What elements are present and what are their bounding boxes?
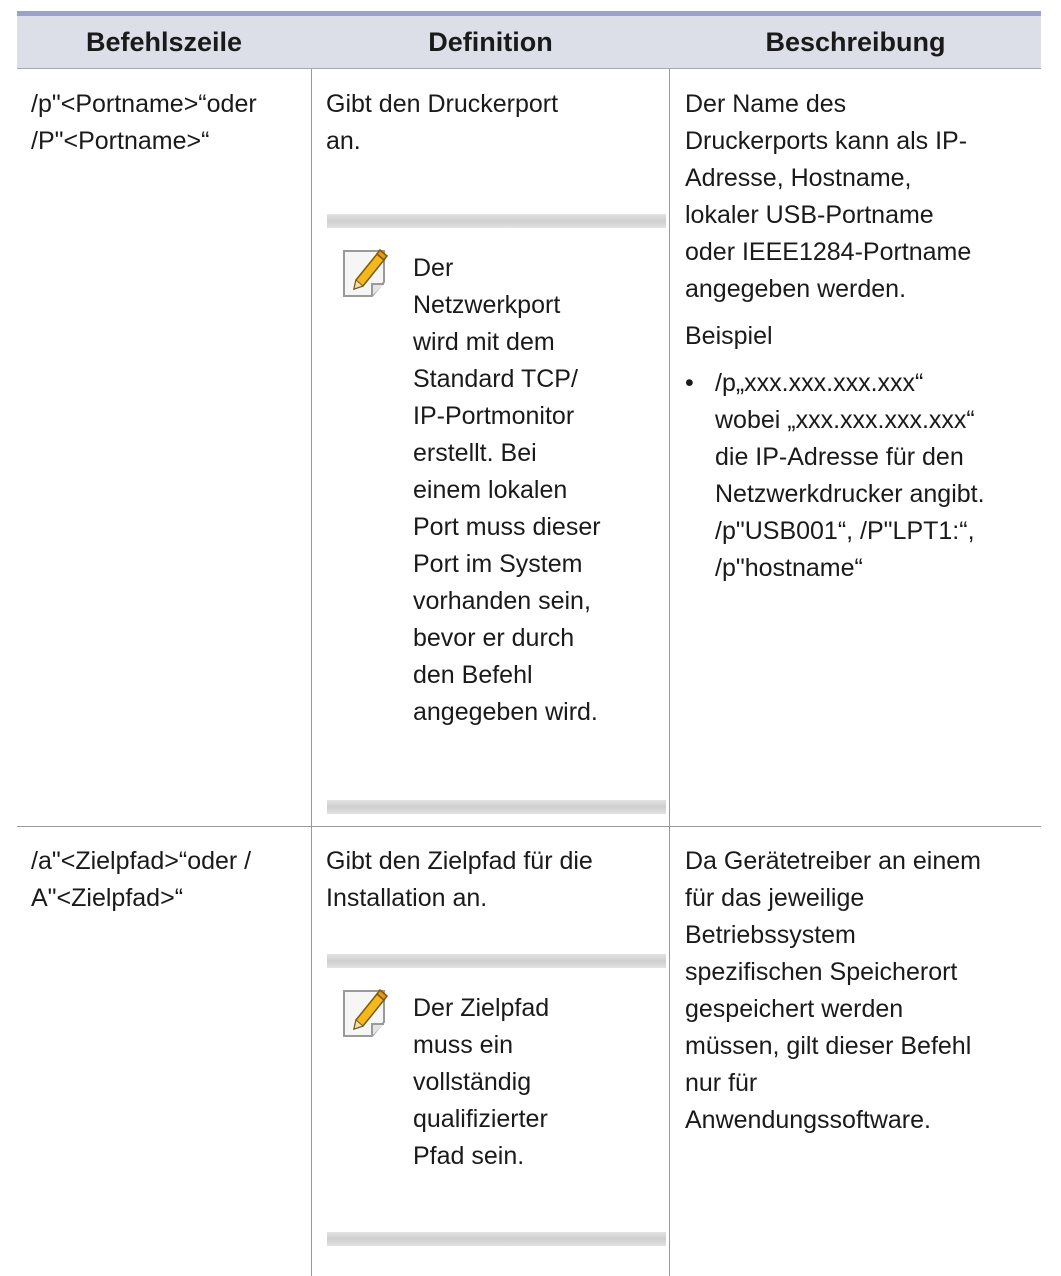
- command-line: /p"<Portname>“oder: [31, 90, 257, 118]
- definition-line: Installation an.: [326, 884, 488, 912]
- note-top-band: [327, 954, 666, 968]
- note-text: Der Zielpfad muss ein vollständig qualif…: [413, 994, 550, 1170]
- command-line: A"<Zielpfad>“: [31, 884, 184, 912]
- table-header-row: Befehlszeile Definition Beschreibung: [17, 16, 1041, 69]
- header-definition: Definition: [428, 27, 553, 57]
- row-2-command: /a"<Zielpfad>“oder / A"<Zielpfad>“: [31, 843, 251, 917]
- column-divider: [669, 69, 670, 1276]
- example-bullet-item: • /p„xxx.xxx.xxx.xxx“ wobei „xxx.xxx.xxx…: [685, 365, 985, 587]
- command-line: /a"<Zielpfad>“oder /: [31, 847, 252, 875]
- row-2-description: Da Gerätetreiber an einem für das jeweil…: [685, 847, 981, 1134]
- note-top-band: [327, 214, 666, 228]
- row-1-note: Der Netzwerkport wird mit dem Standard T…: [327, 214, 666, 814]
- row-1-command: /p"<Portname>“oder /P"<Portname>“: [31, 86, 257, 160]
- header-befehlszeile: Befehlszeile: [85, 27, 243, 57]
- definition-line: Gibt den Zielpfad für die: [326, 847, 593, 875]
- note-bottom-band: [327, 1232, 666, 1246]
- note-text: Der Netzwerkport wird mit dem Standard T…: [413, 254, 601, 726]
- definition-line: Gibt den Druckerport: [326, 90, 559, 118]
- column-divider: [311, 69, 312, 1276]
- definition-line: an.: [326, 127, 361, 155]
- note-bottom-band: [327, 800, 666, 814]
- row-1-definition: Gibt den Druckerport an.: [326, 86, 558, 160]
- row-1-description: Der Name des Druckerports kann als IP- A…: [685, 86, 985, 587]
- row-2-note: Der Zielpfad muss ein vollständig qualif…: [327, 954, 666, 1246]
- example-label: Beispiel: [685, 322, 773, 350]
- row-divider: [17, 826, 1041, 827]
- note-pencil-icon: [343, 248, 389, 297]
- command-line: /P"<Portname>“: [31, 127, 210, 155]
- note-pencil-icon: [343, 988, 389, 1037]
- row-2-definition: Gibt den Zielpfad für die Installation a…: [326, 843, 593, 917]
- bullet-marker: •: [685, 369, 694, 397]
- header-beschreibung: Beschreibung: [765, 27, 946, 57]
